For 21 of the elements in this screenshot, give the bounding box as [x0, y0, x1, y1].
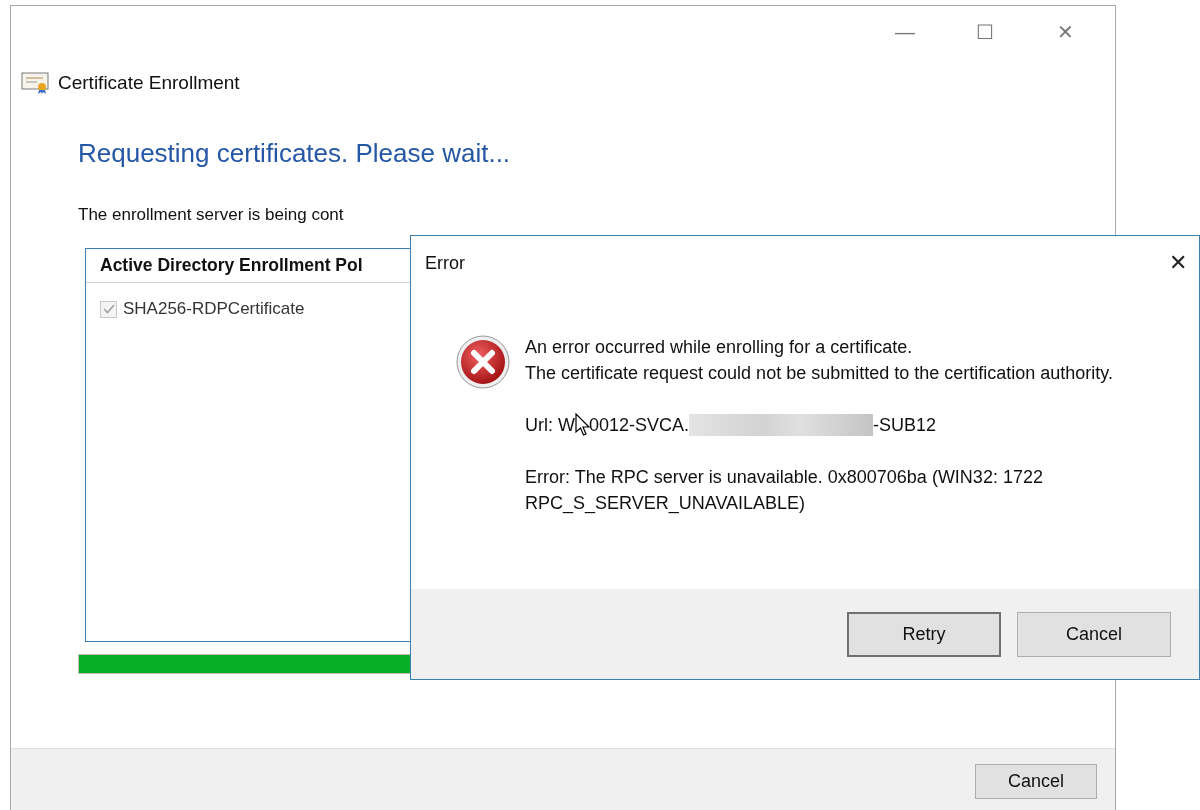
url-label: Url: W: [525, 414, 575, 437]
certificate-label: SHA256-RDPCertificate: [123, 299, 305, 319]
mouse-pointer-icon: [575, 413, 591, 437]
page-heading: Requesting certificates. Please wait...: [78, 138, 512, 169]
retry-button[interactable]: Retry: [847, 611, 1001, 657]
dialog-title: Error: [425, 252, 465, 274]
window-title: Certificate Enrollment: [58, 72, 240, 94]
cancel-button[interactable]: Cancel: [1017, 611, 1171, 657]
error-detail: Error: The RPC server is unavailable. 0x800706ba (WIN32: 1722 RPC_S_SERVER_UNAVAILABLE): [525, 466, 1044, 516]
window-control[interactable]: —: [865, 20, 945, 44]
cancel-button[interactable]: Cancel: [975, 764, 1097, 799]
error-message: An error occurred while enrolling for a certificate.: [525, 336, 914, 359]
url-text: 0012-SVCA.: [589, 414, 690, 437]
error-message: The certificate request could not be submitted to the certification authority.: [525, 362, 1114, 385]
window-control[interactable]: ✕: [1025, 20, 1105, 44]
close-icon[interactable]: ✕: [1169, 250, 1187, 276]
error-icon: [455, 334, 511, 390]
certificate-icon: [21, 72, 51, 94]
description-text: The enrollment server is being cont: [78, 205, 345, 225]
window-control[interactable]: ☐: [945, 20, 1025, 44]
url-suffix: -SUB12: [873, 414, 937, 437]
